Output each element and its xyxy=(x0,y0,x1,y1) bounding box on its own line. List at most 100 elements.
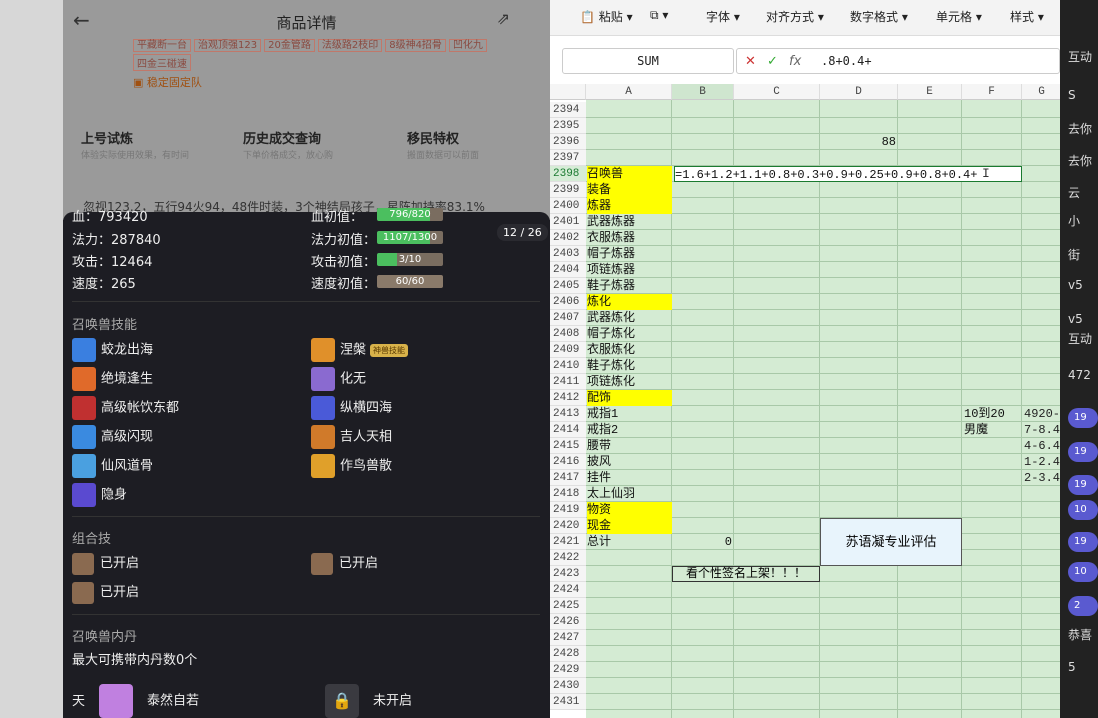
signature-cell[interactable]: 看个性签名上架！！！ xyxy=(672,566,820,582)
chat-item[interactable]: 去你 xyxy=(1068,152,1092,169)
style-menu[interactable]: 样式 ▾ xyxy=(1010,8,1044,25)
share-icon[interactable]: ⇗ xyxy=(497,9,510,28)
row-header[interactable]: 2398 xyxy=(550,166,586,182)
cell-a[interactable]: 鞋子炼化 xyxy=(587,358,672,374)
row-header[interactable]: 2430 xyxy=(550,678,586,694)
row-header[interactable]: 2431 xyxy=(550,694,586,710)
copy-format-button[interactable]: ⧉ ▾ xyxy=(650,8,668,23)
column-header-c[interactable]: C xyxy=(734,84,820,100)
cell-a[interactable]: 挂件 xyxy=(587,470,672,486)
cell-a[interactable]: 炼化 xyxy=(587,294,672,310)
cell-a[interactable]: 戒指2 xyxy=(587,422,672,438)
row-header[interactable]: 2400 xyxy=(550,198,586,214)
row-header[interactable]: 2411 xyxy=(550,374,586,390)
cell-a[interactable]: 总计 xyxy=(587,534,672,550)
chat-item[interactable]: 2 xyxy=(1068,596,1098,616)
sheet-grid[interactable]: A B C D E F G 2394 2395 2396 2397 2398 召唤兽 2399 装备 2400… xyxy=(550,84,1060,718)
row-header[interactable]: 2408 xyxy=(550,326,586,342)
skill-item[interactable]: 高级闪现 xyxy=(72,425,153,449)
column-header-f[interactable]: F xyxy=(962,84,1022,100)
skill-item[interactable]: 吉人天相 xyxy=(311,425,392,449)
chat-item[interactable]: 小 xyxy=(1068,212,1080,229)
cell-a[interactable]: 配饰 xyxy=(587,390,672,406)
row-header[interactable]: 2410 xyxy=(550,358,586,374)
row-header[interactable]: 2415 xyxy=(550,438,586,454)
cell-a[interactable]: 戒指1 xyxy=(587,406,672,422)
chat-item[interactable]: 19 xyxy=(1068,442,1098,462)
skill-item[interactable]: 高级帐饮东都 xyxy=(72,396,179,420)
chat-item[interactable]: 街 xyxy=(1068,246,1080,263)
row-header[interactable]: 2397 xyxy=(550,150,586,166)
cell-a[interactable]: 腰带 xyxy=(587,438,672,454)
skill-item[interactable]: 隐身 xyxy=(72,483,127,507)
chat-item[interactable]: 互动 xyxy=(1068,48,1092,65)
active-cell-b2398[interactable]: =1.6+1.2+1.1+0.8+0.3+0.9+0.25+0.9+0.8+0.… xyxy=(674,166,1022,182)
chat-item[interactable]: 19 xyxy=(1068,475,1098,495)
row-header[interactable]: 2407 xyxy=(550,310,586,326)
menu-trial[interactable]: 上号试炼 xyxy=(81,128,133,147)
cell-a[interactable]: 武器炼器 xyxy=(587,214,672,230)
skill-item[interactable]: 作鸟兽散 xyxy=(311,454,392,478)
cell-a[interactable]: 召唤兽 xyxy=(587,166,672,182)
skill-item[interactable]: 涅槃 神兽技能 xyxy=(311,338,409,362)
font-menu[interactable]: 字体 ▾ xyxy=(706,8,740,25)
row-header[interactable]: 2395 xyxy=(550,118,586,134)
chat-item[interactable]: v5 xyxy=(1068,278,1083,292)
row-header[interactable]: 2420 xyxy=(550,518,586,534)
row-header[interactable]: 2413 xyxy=(550,406,586,422)
skill-item[interactable]: 蛟龙出海 xyxy=(72,338,153,362)
number-format-menu[interactable]: 数字格式 ▾ xyxy=(850,8,908,25)
row-header[interactable]: 2424 xyxy=(550,582,586,598)
cell-a[interactable]: 炼器 xyxy=(587,198,672,214)
skill-item[interactable]: 绝境逢生 xyxy=(72,367,153,391)
row-header[interactable]: 2418 xyxy=(550,486,586,502)
chat-item[interactable]: 去你 xyxy=(1068,120,1092,137)
cell-a[interactable]: 帽子炼器 xyxy=(587,246,672,262)
formula-input[interactable]: ✕ ✓ fx .8+0.4+ xyxy=(736,48,1060,74)
paste-button[interactable]: 📋 粘贴 ▾ xyxy=(580,8,633,25)
row-header[interactable]: 2425 xyxy=(550,598,586,614)
chat-item[interactable]: 恭喜 xyxy=(1068,626,1092,643)
cell-a[interactable]: 太上仙羽 xyxy=(587,486,672,502)
cell-a[interactable]: 鞋子炼器 xyxy=(587,278,672,294)
row-header[interactable]: 2409 xyxy=(550,342,586,358)
cell-g[interactable]: 4920-4600 xyxy=(1024,406,1060,422)
skill-item[interactable]: 化无 xyxy=(311,367,366,391)
function-icon[interactable]: fx xyxy=(789,54,801,69)
evaluation-box[interactable]: 苏语凝专业评估 xyxy=(820,518,962,566)
column-header-g[interactable]: G xyxy=(1022,84,1060,100)
column-header-a[interactable]: A xyxy=(586,84,672,100)
column-header-e[interactable]: E xyxy=(898,84,962,100)
cell-a[interactable]: 武器炼化 xyxy=(587,310,672,326)
column-header-d[interactable]: D xyxy=(820,84,898,100)
chat-item[interactable]: 5 xyxy=(1068,660,1076,674)
row-header[interactable]: 2403 xyxy=(550,246,586,262)
row-header[interactable]: 2419 xyxy=(550,502,586,518)
row-header[interactable]: 2404 xyxy=(550,262,586,278)
cell-menu[interactable]: 单元格 ▾ xyxy=(936,8,982,25)
align-menu[interactable]: 对齐方式 ▾ xyxy=(766,8,824,25)
row-header[interactable]: 2421 xyxy=(550,534,586,550)
cell-d2396[interactable]: 88 xyxy=(822,134,896,150)
cell-a[interactable]: 衣服炼器 xyxy=(587,230,672,246)
cell-a[interactable]: 装备 xyxy=(587,182,672,198)
cell-a[interactable]: 项链炼化 xyxy=(587,374,672,390)
row-header[interactable]: 2429 xyxy=(550,662,586,678)
row-header[interactable]: 2414 xyxy=(550,422,586,438)
row-header[interactable]: 2402 xyxy=(550,230,586,246)
row-header[interactable]: 2412 xyxy=(550,390,586,406)
cell-g[interactable]: 4-6.4500 xyxy=(1024,438,1060,454)
row-header[interactable]: 2401 xyxy=(550,214,586,230)
cell-g[interactable]: 7-8.4600 xyxy=(1024,422,1060,438)
menu-migration[interactable]: 移民特权 xyxy=(407,128,459,147)
combo-item[interactable]: 已开启 xyxy=(72,552,139,575)
combo-item[interactable]: 已开启 xyxy=(311,552,378,575)
cell-a[interactable]: 现金 xyxy=(587,518,672,534)
select-all-corner[interactable] xyxy=(550,84,586,100)
cell-g[interactable]: 1-2.4300 xyxy=(1024,454,1060,470)
chat-item[interactable]: 19 xyxy=(1068,408,1098,428)
skill-item[interactable]: 仙风道骨 xyxy=(72,454,153,478)
chat-item[interactable]: 10 xyxy=(1068,562,1098,582)
cell-b2421[interactable]: 0 xyxy=(674,534,732,550)
cell-g[interactable]: 2-3.4400 xyxy=(1024,470,1060,486)
